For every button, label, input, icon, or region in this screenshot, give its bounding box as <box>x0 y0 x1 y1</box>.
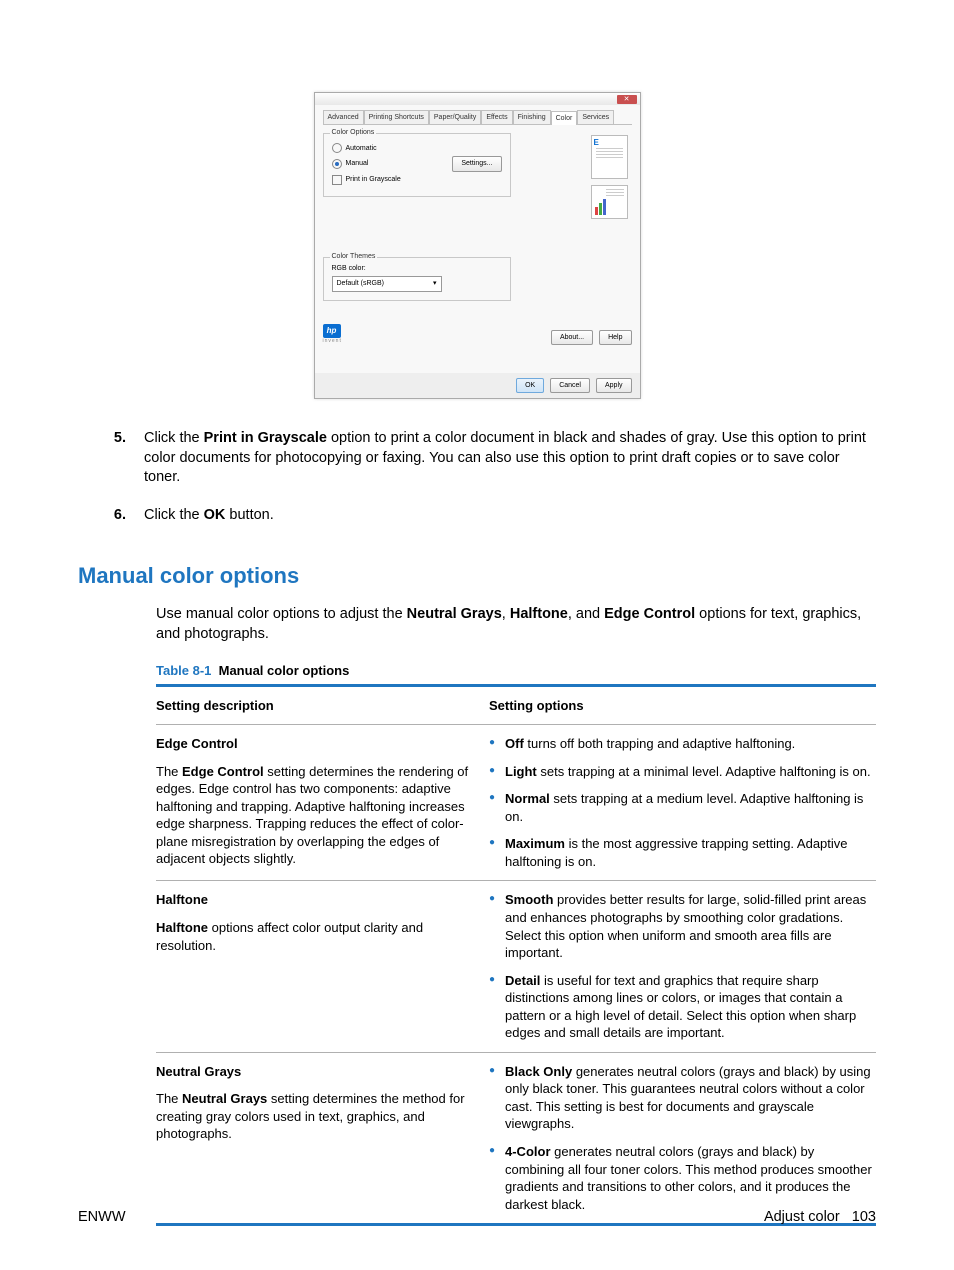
bullet-icon: ● <box>489 735 505 753</box>
tab-printing-shortcuts[interactable]: Printing Shortcuts <box>364 110 429 124</box>
close-icon[interactable]: ✕ <box>617 95 637 104</box>
bullet-icon: ● <box>489 835 505 870</box>
radio-manual[interactable] <box>332 159 342 169</box>
checkbox-grayscale-label: Print in Grayscale <box>346 175 401 184</box>
preview-chart-icon <box>591 185 628 219</box>
bullet-icon: ● <box>489 891 505 961</box>
list-item: ●Maximum is the most aggressive trapping… <box>489 835 876 870</box>
group-label-color-themes: Color Themes <box>330 252 378 261</box>
list-item: ●4-Color generates neutral colors (grays… <box>489 1143 876 1213</box>
bullet-icon: ● <box>489 1143 505 1213</box>
list-item: ●Light sets trapping at a minimal level.… <box>489 763 876 781</box>
row-desc-halftone: Halftone options affect color output cla… <box>156 919 471 954</box>
row-title-neutral-grays: Neutral Grays <box>156 1063 471 1081</box>
list-item: ●Normal sets trapping at a medium level.… <box>489 790 876 825</box>
step-number-5: 5. <box>78 429 144 488</box>
section-heading-manual-color: Manual color options <box>78 561 876 591</box>
group-label-color-options: Color Options <box>330 128 377 137</box>
ok-button[interactable]: OK <box>516 378 544 393</box>
dialog-titlebar: ✕ <box>315 93 640 105</box>
hp-logo-icon: hp <box>323 324 341 338</box>
color-themes-group: Color Themes RGB color: Default (sRGB) ▾ <box>323 257 511 301</box>
chevron-down-icon: ▾ <box>433 279 437 288</box>
page-footer: ENWW Adjust color 103 <box>78 1208 876 1228</box>
dialog-tabs: Advanced Printing Shortcuts Paper/Qualit… <box>323 110 632 125</box>
table-row: Neutral Grays The Neutral Grays setting … <box>156 1053 876 1226</box>
footer-right: Adjust color 103 <box>764 1208 876 1228</box>
rgb-color-label: RGB color: <box>332 264 502 273</box>
row-title-edge-control: Edge Control <box>156 735 471 753</box>
print-dialog-screenshot: ✕ Advanced Printing Shortcuts Paper/Qual… <box>314 92 641 399</box>
help-button[interactable]: Help <box>599 330 631 345</box>
list-item: ●Smooth provides better results for larg… <box>489 891 876 961</box>
settings-button[interactable]: Settings... <box>452 156 501 171</box>
header-setting-options: Setting options <box>489 697 876 715</box>
tab-color[interactable]: Color <box>551 111 578 125</box>
table-row: Edge Control The Edge Control setting de… <box>156 725 876 881</box>
rgb-color-select[interactable]: Default (sRGB) ▾ <box>332 276 442 291</box>
radio-automatic-label: Automatic <box>346 144 377 153</box>
preview-page-icon: E <box>591 135 628 179</box>
step-body-5: Click the Print in Grayscale option to p… <box>144 429 876 488</box>
color-options-group: Color Options Automatic Manual Settings.… <box>323 133 511 196</box>
bullet-icon: ● <box>489 790 505 825</box>
list-item: ●Black Only generates neutral colors (gr… <box>489 1063 876 1133</box>
radio-manual-label: Manual <box>346 159 369 168</box>
checkbox-grayscale[interactable] <box>332 175 342 185</box>
rgb-color-value: Default (sRGB) <box>337 279 384 288</box>
list-item: ●Off turns off both trapping and adaptiv… <box>489 735 876 753</box>
bullet-icon: ● <box>489 1063 505 1133</box>
radio-automatic[interactable] <box>332 143 342 153</box>
apply-button[interactable]: Apply <box>596 378 632 393</box>
tab-effects[interactable]: Effects <box>481 110 512 124</box>
list-item: ●Detail is useful for text and graphics … <box>489 972 876 1042</box>
tab-advanced[interactable]: Advanced <box>323 110 364 124</box>
row-desc-edge-control: The Edge Control setting determines the … <box>156 763 471 868</box>
manual-color-options-table: Setting description Setting options Edge… <box>156 684 876 1227</box>
about-button[interactable]: About... <box>551 330 593 345</box>
row-title-halftone: Halftone <box>156 891 471 909</box>
instruction-steps: 5. Click the Print in Grayscale option t… <box>78 429 876 525</box>
tab-services[interactable]: Services <box>577 110 614 124</box>
header-setting-description: Setting description <box>156 697 489 715</box>
table-caption: Table 8-1 Manual color options <box>156 662 876 680</box>
row-desc-neutral-grays: The Neutral Grays setting determines the… <box>156 1090 471 1143</box>
bullet-icon: ● <box>489 972 505 1042</box>
tab-finishing[interactable]: Finishing <box>513 110 551 124</box>
step-number-6: 6. <box>78 506 144 526</box>
intro-paragraph: Use manual color options to adjust the N… <box>156 605 876 644</box>
step-body-6: Click the OK button. <box>144 506 274 526</box>
table-row: Halftone Halftone options affect color o… <box>156 881 876 1052</box>
tab-paper-quality[interactable]: Paper/Quality <box>429 110 481 124</box>
dialog-footer: OK Cancel Apply <box>315 373 640 398</box>
table-header-row: Setting description Setting options <box>156 687 876 726</box>
cancel-button[interactable]: Cancel <box>550 378 590 393</box>
footer-left: ENWW <box>78 1208 126 1228</box>
bullet-icon: ● <box>489 763 505 781</box>
